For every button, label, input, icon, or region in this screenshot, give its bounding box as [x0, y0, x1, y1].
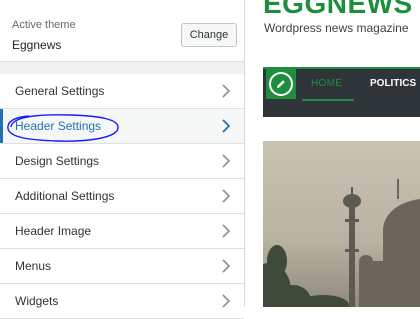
- menu-item-general-settings[interactable]: General Settings: [0, 74, 244, 109]
- customizer-panel: Active theme Eggnews Change General Sett…: [0, 0, 245, 319]
- menu-item-label: Menus: [15, 259, 52, 273]
- menu-item-widgets[interactable]: Widgets: [0, 284, 244, 319]
- menu-item-menus[interactable]: Menus: [0, 249, 244, 284]
- nav-link-home[interactable]: HOME: [311, 78, 342, 89]
- menu-item-label: Header Settings: [15, 119, 102, 133]
- pencil-icon: [269, 72, 293, 96]
- menu-item-design-settings[interactable]: Design Settings: [0, 144, 244, 179]
- menu-item-additional-settings[interactable]: Additional Settings: [0, 179, 244, 214]
- menu-item-label: Design Settings: [15, 154, 100, 168]
- chevron-right-icon: [222, 259, 231, 273]
- menu-item-label: Header Image: [15, 224, 92, 238]
- chevron-right-icon: [222, 119, 231, 133]
- featured-image[interactable]: [263, 141, 420, 307]
- customizer-menu: General Settings Header Settings Design …: [0, 74, 244, 319]
- menu-item-label: General Settings: [15, 84, 105, 98]
- active-theme-name: Eggnews: [12, 38, 62, 52]
- chevron-right-icon: [222, 154, 231, 168]
- active-theme-section: Active theme Eggnews Change: [0, 0, 244, 62]
- chevron-right-icon: [222, 294, 231, 308]
- edit-shortcut-button[interactable]: [266, 69, 296, 99]
- site-tagline: Wordpress news magazine: [264, 21, 409, 35]
- nav-active-underline: [302, 99, 354, 101]
- menu-item-header-settings[interactable]: Header Settings: [0, 109, 244, 144]
- nav-link-politics[interactable]: POLITICS: [370, 78, 416, 89]
- menu-item-label: Widgets: [15, 294, 59, 308]
- primary-navbar: HOME POLITICS: [263, 67, 420, 117]
- chevron-right-icon: [222, 224, 231, 238]
- menu-item-label: Additional Settings: [15, 189, 115, 203]
- site-preview: EGGNEWS Wordpress news magazine HOME POL…: [245, 0, 420, 307]
- menu-item-header-image[interactable]: Header Image: [0, 214, 244, 249]
- site-title[interactable]: EGGNEWS: [263, 0, 413, 20]
- chevron-right-icon: [222, 189, 231, 203]
- chevron-right-icon: [222, 84, 231, 98]
- change-theme-button[interactable]: Change: [181, 23, 237, 47]
- active-theme-caption: Active theme: [12, 19, 76, 31]
